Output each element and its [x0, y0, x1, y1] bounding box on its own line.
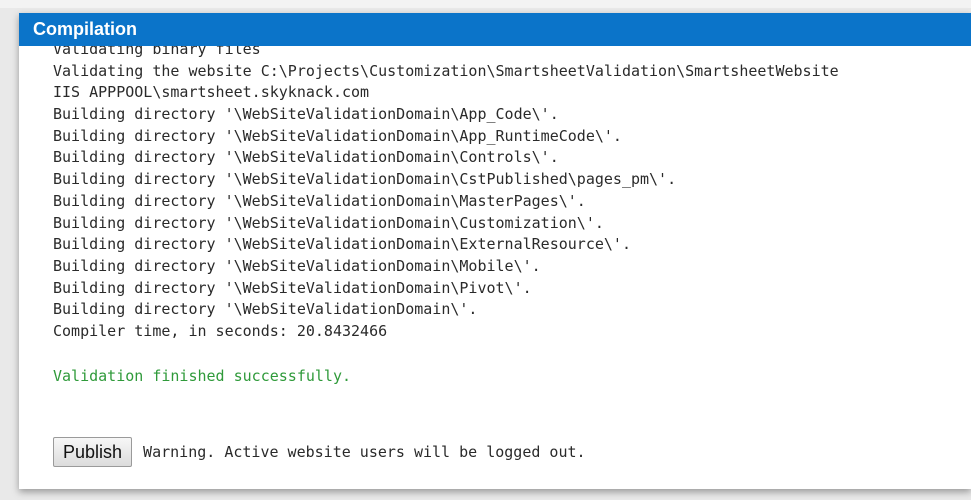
warning-text: Warning. Active website users will be lo… [143, 443, 586, 461]
publish-row: Publish Warning. Active website users wi… [53, 437, 586, 467]
compilation-dialog: Compilation Validating binary files Vali… [19, 13, 971, 489]
log-line: IIS APPPOOL\smartsheet.skyknack.com [53, 83, 370, 102]
log-line: Building directory '\WebSiteValidationDo… [53, 170, 677, 189]
log-line: Building directory '\WebSiteValidationDo… [53, 191, 586, 210]
log-line: Validating the website C:\Projects\Custo… [53, 61, 839, 80]
log-line: Building directory '\WebSiteValidationDo… [53, 126, 622, 145]
log-line: Building directory '\WebSiteValidationDo… [53, 300, 478, 319]
compilation-output: Validating binary files Validating the w… [19, 46, 971, 489]
compilation-log: Validating binary files Validating the w… [53, 46, 963, 343]
log-line: Building directory '\WebSiteValidationDo… [53, 148, 559, 167]
log-line: Building directory '\WebSiteValidationDo… [53, 105, 559, 124]
log-line: Building directory '\WebSiteValidationDo… [53, 278, 532, 297]
dialog-title: Compilation [19, 13, 971, 46]
success-message: Validation finished successfully. [53, 367, 352, 385]
publish-button[interactable]: Publish [53, 437, 133, 467]
log-line: Building directory '\WebSiteValidationDo… [53, 256, 541, 275]
log-line: Compiler time, in seconds: 20.8432466 [53, 321, 388, 340]
log-line: Validating binary files [53, 46, 261, 58]
log-line: Building directory '\WebSiteValidationDo… [53, 213, 604, 232]
log-line: Building directory '\WebSiteValidationDo… [53, 235, 631, 254]
background-strip [0, 0, 971, 8]
